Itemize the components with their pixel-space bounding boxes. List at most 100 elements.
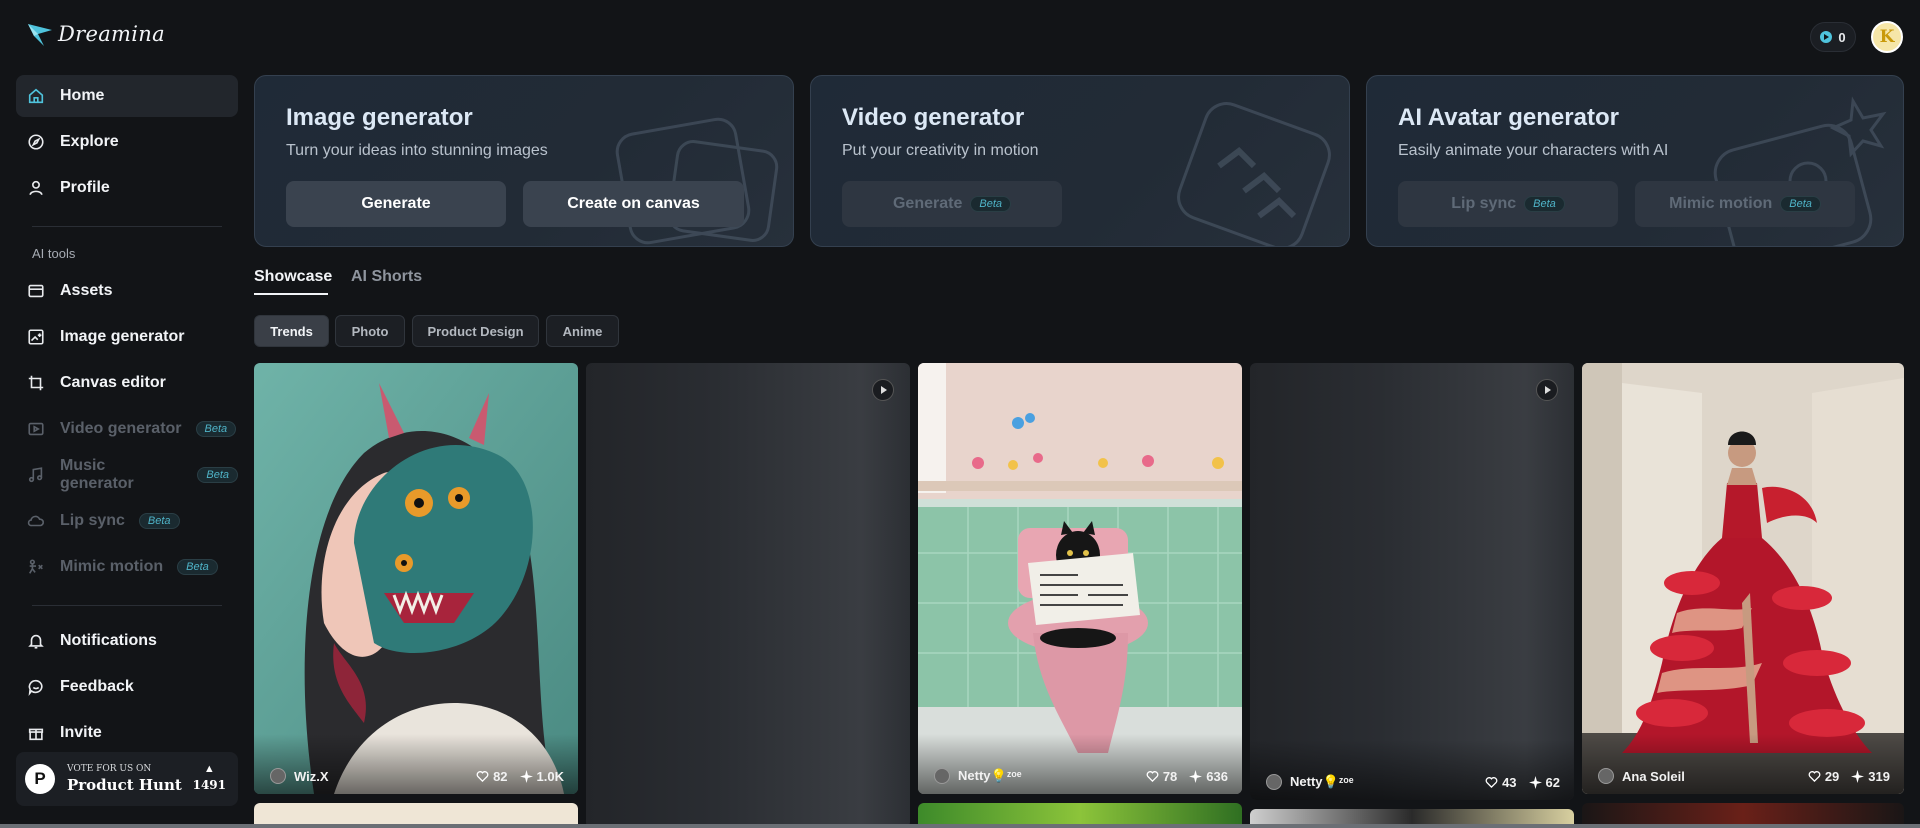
card-title: Image generator <box>286 104 473 131</box>
gallery-card[interactable]: Wiz.X 82 1.0K <box>254 363 578 794</box>
heart-icon <box>1808 770 1821 782</box>
card-shade <box>254 734 578 794</box>
video-generate-button[interactable]: Generate Beta <box>842 181 1062 227</box>
crop-icon <box>26 373 46 393</box>
beta-badge: Beta <box>177 559 218 575</box>
remix-value: 62 <box>1545 774 1560 790</box>
create-on-canvas-button[interactable]: Create on canvas <box>523 181 744 227</box>
beta-badge: Beta <box>195 421 237 437</box>
sidebar-item-home[interactable]: Home <box>16 75 238 117</box>
sidebar-item-label: Feedback <box>60 678 134 695</box>
card-shade <box>1250 740 1574 800</box>
artwork-red-dress <box>1582 363 1904 794</box>
like-count[interactable]: 78 <box>1146 769 1177 784</box>
sidebar-item-explore[interactable]: Explore <box>16 121 238 163</box>
gallery-video-card[interactable]: Netty💡ᶻᵒᵉ 43 62 <box>1250 363 1574 800</box>
horizontal-scrollbar[interactable] <box>0 824 1920 828</box>
ai-avatar-generator-card[interactable]: AI Avatar generator Easily animate your … <box>1366 75 1904 247</box>
beta-badge: Beta <box>970 196 1011 212</box>
sidebar-item-lip-sync[interactable]: Lip sync Beta <box>16 500 238 542</box>
heart-icon <box>1146 770 1159 782</box>
dreamina-logo-icon <box>28 24 52 46</box>
filter-product-design[interactable]: Product Design <box>412 315 539 347</box>
sidebar-item-canvas-editor[interactable]: Canvas editor <box>16 362 238 404</box>
mimic-motion-button[interactable]: Mimic motion Beta <box>1635 181 1855 227</box>
author-name[interactable]: Ana Soleil <box>1622 769 1796 784</box>
gift-icon <box>26 723 46 743</box>
sidebar-item-music-generator[interactable]: Music generator Beta <box>16 454 238 496</box>
author-name[interactable]: Netty💡ᶻᵒᵉ <box>1290 774 1473 790</box>
like-count[interactable]: 29 <box>1808 769 1839 784</box>
gallery-card[interactable]: Netty💡ᶻᵒᵉ 78 636 <box>918 363 1242 794</box>
sidebar-item-video-generator[interactable]: Video generator Beta <box>16 408 238 450</box>
card-meta: Netty💡ᶻᵒᵉ 43 62 <box>1266 774 1560 790</box>
like-count[interactable]: 43 <box>1485 774 1517 790</box>
play-icon[interactable] <box>1536 379 1558 401</box>
tab-ai-shorts[interactable]: AI Shorts <box>351 268 422 286</box>
sidebar-item-label: Explore <box>60 133 119 150</box>
sidebar-item-invite[interactable]: Invite <box>16 712 238 754</box>
remix-value: 1.0K <box>536 768 564 784</box>
product-hunt-votes: 1491 <box>192 778 226 792</box>
remix-value: 319 <box>1868 768 1890 784</box>
sidebar-item-image-generator[interactable]: Image generator <box>16 316 238 358</box>
card-title: AI Avatar generator <box>1398 104 1619 131</box>
like-count[interactable]: 82 <box>476 769 508 784</box>
like-value: 43 <box>1502 774 1517 790</box>
user-icon <box>26 178 46 198</box>
sidebar-item-mimic-motion[interactable]: Mimic motion Beta <box>16 546 238 588</box>
compass-icon <box>26 132 46 152</box>
sidebar-divider <box>32 605 222 606</box>
filter-anime[interactable]: Anime <box>546 315 619 347</box>
credits-value: 0 <box>1838 29 1846 45</box>
beta-badge: Beta <box>138 513 180 529</box>
user-avatar[interactable]: K <box>1871 21 1903 53</box>
sparkle-icon <box>1189 769 1203 783</box>
remix-count[interactable]: 1.0K <box>519 768 564 784</box>
brand-name: Dreamina <box>58 22 165 46</box>
video-generator-decoration <box>1177 102 1331 246</box>
author-name[interactable]: Netty💡ᶻᵒᵉ <box>958 768 1134 784</box>
video-icon <box>26 419 46 439</box>
image-generate-button[interactable]: Generate <box>286 181 506 227</box>
sidebar-item-label: Profile <box>60 179 110 196</box>
active-tab-indicator <box>254 293 328 295</box>
video-generator-card[interactable]: Video generator Put your creativity in m… <box>810 75 1350 247</box>
product-hunt-caption: VOTE FOR US ON <box>67 764 152 774</box>
product-hunt-logo: P <box>25 764 55 794</box>
play-icon[interactable] <box>872 379 894 401</box>
sidebar-item-feedback[interactable]: Feedback <box>16 666 238 708</box>
heart-icon <box>1485 776 1498 788</box>
button-label: Generate <box>892 195 963 212</box>
image-generator-card[interactable]: Image generator Turn your ideas into stu… <box>254 75 794 247</box>
sidebar-item-profile[interactable]: Profile <box>16 167 238 209</box>
filter-photo[interactable]: Photo <box>335 315 405 347</box>
sidebar-item-label: Lip sync <box>60 512 125 529</box>
sidebar-item-label: Mimic motion <box>60 558 164 575</box>
author-name[interactable]: Wiz.X <box>294 769 464 784</box>
tab-showcase[interactable]: Showcase <box>254 268 332 286</box>
bell-icon <box>26 631 46 651</box>
gallery-card[interactable]: Ana Soleil 29 319 <box>1582 363 1904 794</box>
remix-count[interactable]: 62 <box>1528 774 1560 790</box>
credits-counter[interactable]: 0 <box>1810 22 1856 52</box>
card-meta: Netty💡ᶻᵒᵉ 78 636 <box>934 768 1228 784</box>
remix-count[interactable]: 636 <box>1189 769 1228 784</box>
filter-trends[interactable]: Trends <box>254 315 329 347</box>
remix-value: 636 <box>1206 768 1228 784</box>
sidebar-item-notifications[interactable]: Notifications <box>16 620 238 662</box>
sparkle-icon <box>1851 769 1865 783</box>
sidebar-item-label: Assets <box>60 282 113 299</box>
dreamina-logo[interactable]: Dreamina <box>26 20 165 48</box>
remix-count[interactable]: 319 <box>1851 769 1890 784</box>
gallery-video-card[interactable] <box>586 363 910 828</box>
beta-badge: Beta <box>197 467 238 483</box>
ai-tools-heading: AI tools <box>32 246 76 261</box>
artwork-cat-toilet <box>918 363 1242 794</box>
home-icon <box>26 86 46 106</box>
cloud-icon <box>26 511 46 531</box>
lip-sync-button[interactable]: Lip sync Beta <box>1398 181 1618 227</box>
product-hunt-badge[interactable]: P VOTE FOR US ON Product Hunt ▲ 1491 <box>16 752 238 806</box>
sidebar: Dreamina Home Explore Profile AI tools A… <box>0 0 245 828</box>
sidebar-item-assets[interactable]: Assets <box>16 270 238 312</box>
